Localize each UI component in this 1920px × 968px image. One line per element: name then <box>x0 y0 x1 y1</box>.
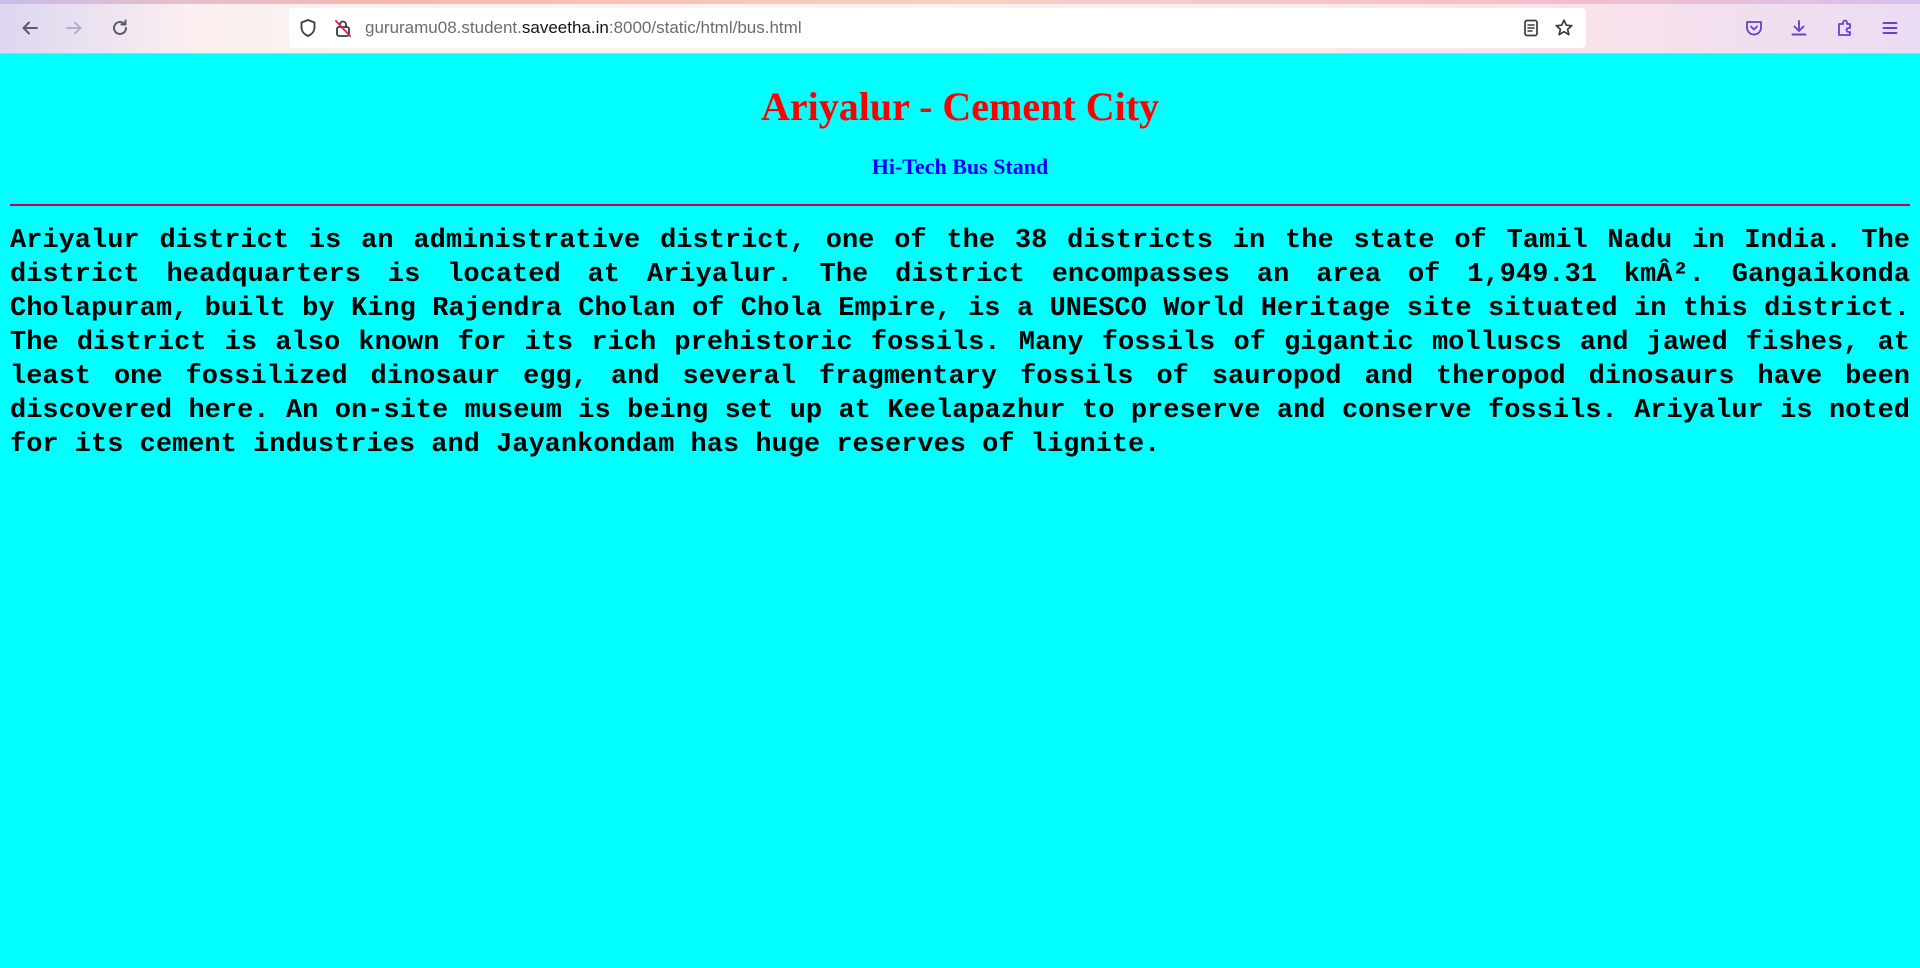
download-icon <box>1791 20 1807 36</box>
downloads-button[interactable] <box>1785 14 1813 42</box>
tracking-protection-button[interactable] <box>298 18 318 38</box>
arrow-right-icon <box>66 21 82 35</box>
reload-button[interactable] <box>105 13 135 43</box>
url-path: :8000/static/html/bus.html <box>608 18 802 37</box>
toolbar-accent <box>0 0 1920 4</box>
page-content: Ariyalur - Cement City Hi-Tech Bus Stand… <box>0 84 1920 462</box>
arrow-left-icon <box>22 21 38 35</box>
reader-view-button[interactable] <box>1521 18 1541 38</box>
app-menu-button[interactable] <box>1876 14 1904 42</box>
extensions-button[interactable] <box>1831 14 1859 42</box>
reload-icon <box>113 19 127 35</box>
url-text[interactable]: gururamu08.student.saveetha.in:8000/stat… <box>365 18 802 38</box>
page-subtitle: Hi-Tech Bus Stand <box>871 154 1049 179</box>
url-prefix: gururamu08.student. <box>365 18 522 37</box>
reader-view-icon <box>1524 19 1538 37</box>
pocket-icon <box>1746 21 1762 36</box>
body-paragraph: Ariyalur district is an administrative d… <box>10 226 1910 460</box>
hamburger-menu-icon <box>1882 22 1898 34</box>
insecure-lock-icon <box>335 20 351 37</box>
url-bar[interactable]: gururamu08.student.saveetha.in:8000/stat… <box>289 8 1586 48</box>
bookmark-button[interactable] <box>1554 18 1574 38</box>
page-title: Ariyalur - Cement City <box>760 84 1160 129</box>
pocket-button[interactable] <box>1740 14 1768 42</box>
horizontal-divider <box>10 204 1910 206</box>
url-host: saveetha.in <box>521 18 609 37</box>
browser-toolbar: gururamu08.student.saveetha.in:8000/stat… <box>0 0 1920 54</box>
site-security-button[interactable] <box>333 18 353 38</box>
star-icon <box>1555 19 1573 36</box>
forward-button[interactable] <box>59 13 89 43</box>
back-button[interactable] <box>15 13 45 43</box>
extensions-icon <box>1838 19 1851 36</box>
shield-icon <box>300 19 316 37</box>
